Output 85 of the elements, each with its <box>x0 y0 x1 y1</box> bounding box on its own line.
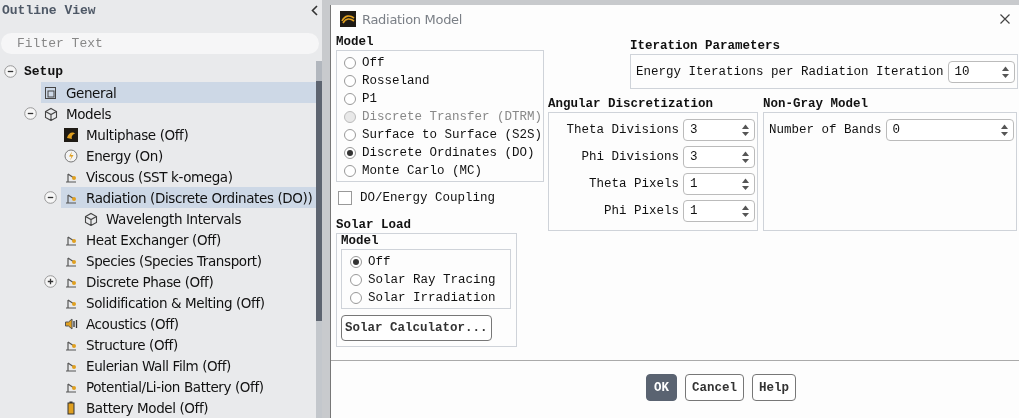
field-label: Theta Divisions <box>566 122 679 137</box>
group-title: Model <box>341 234 380 249</box>
option-label: Solar Ray Tracing <box>368 273 496 287</box>
number-field[interactable]: 1 <box>683 199 755 222</box>
option-label: Off <box>362 56 385 70</box>
tree-item[interactable]: Models <box>41 103 317 124</box>
field-label: Theta Pixels <box>589 176 679 191</box>
dialog-button[interactable]: Help <box>752 374 796 401</box>
field-label: Energy Iterations per Radiation Iteration <box>636 64 944 79</box>
radio-button[interactable] <box>344 147 356 159</box>
checkbox-label: DO/Energy Coupling <box>360 191 496 205</box>
number-field[interactable]: 3 <box>683 118 755 141</box>
tree-item[interactable]: Potential/Li-ion Battery (Off) <box>61 376 317 397</box>
tree-item[interactable]: Radiation (Discrete Ordinates (DO)) <box>61 187 317 208</box>
number-field[interactable]: 3 <box>683 145 755 168</box>
option-label: Off <box>368 255 391 269</box>
filter-field[interactable]: Filter Text <box>1 33 319 54</box>
dialog-button[interactable]: Cancel <box>685 374 744 401</box>
battery-icon <box>64 400 78 415</box>
field-label: Phi Pixels <box>604 203 679 218</box>
group-title: Non-Gray Model <box>763 97 870 112</box>
document-icon <box>44 85 58 100</box>
spinner-icon <box>741 122 750 137</box>
panel-title: Outline View <box>2 3 96 18</box>
spinner-icon <box>741 149 750 164</box>
tree-item[interactable]: Discrete Phase (Off) <box>61 271 317 292</box>
collapse-icon[interactable] <box>4 65 17 78</box>
tree-item[interactable]: Heat Exchanger (Off) <box>61 229 317 250</box>
radio-button[interactable] <box>344 93 356 105</box>
group-title: Model <box>336 35 375 50</box>
speaker-icon <box>64 316 78 331</box>
tree-item[interactable]: Structure (Off) <box>61 334 317 355</box>
radio-button[interactable] <box>350 274 362 286</box>
radio-button[interactable] <box>344 75 356 87</box>
tree-item[interactable]: Multiphase (Off) <box>61 124 317 145</box>
dialog-button[interactable]: OK <box>646 374 677 401</box>
option-label: Monte Carlo (MC) <box>362 164 483 178</box>
cube-icon <box>84 211 98 226</box>
window-title: Radiation Model <box>362 11 464 27</box>
tree-item[interactable]: Eulerian Wall Film (Off) <box>61 355 317 376</box>
scrollbar[interactable] <box>316 61 322 418</box>
radio-button[interactable] <box>344 165 356 177</box>
tree-item[interactable]: Energy (On) <box>61 145 317 166</box>
option-label: Solar Irradiation <box>368 291 496 305</box>
solar-calculator-button[interactable]: Solar Calculator... <box>341 315 492 341</box>
field-label: Number of Bands <box>769 122 882 137</box>
tree-item[interactable]: Viscous (SST k-omega) <box>61 166 317 187</box>
tree-item[interactable]: General <box>41 82 317 103</box>
number-field[interactable]: 10 <box>947 60 1015 83</box>
group-title: Iteration Parameters <box>630 39 782 54</box>
option-label: Discrete Ordinates (DO) <box>362 146 535 160</box>
app-icon <box>340 11 356 27</box>
option-label: P1 <box>362 92 377 106</box>
checkbox[interactable] <box>338 191 352 205</box>
option-label: Discrete Transfer (DTRM) <box>362 110 543 124</box>
spinner-icon <box>1001 64 1010 79</box>
cube-icon <box>44 106 58 121</box>
tree-item[interactable]: Setup <box>21 61 67 82</box>
scrollbar-thumb[interactable] <box>316 81 322 321</box>
collapse-icon[interactable] <box>311 5 318 16</box>
expand-icon[interactable] <box>44 275 57 288</box>
close-icon[interactable] <box>1000 14 1010 24</box>
number-field[interactable]: 0 <box>885 118 1014 141</box>
option-label: Surface to Surface (S2S) <box>362 128 543 142</box>
tree-item[interactable]: Acoustics (Off) <box>61 313 317 334</box>
group-title: Solar Load <box>336 218 412 233</box>
group-title: Angular Discretization <box>548 97 715 112</box>
collapse-icon[interactable] <box>24 107 37 120</box>
radio-button[interactable] <box>344 57 356 69</box>
lightning-icon <box>64 148 78 163</box>
spinner-icon <box>741 203 750 218</box>
tree-item[interactable]: Wavelength Intervals <box>81 208 317 229</box>
radio-button[interactable] <box>350 256 362 268</box>
tree-item[interactable]: Species (Species Transport) <box>61 250 317 271</box>
spinner-icon <box>741 176 750 191</box>
tree-item[interactable]: Battery Model (Off) <box>61 397 317 418</box>
collapse-icon[interactable] <box>44 191 57 204</box>
number-field[interactable]: 1 <box>683 172 755 195</box>
flame-icon <box>64 127 78 142</box>
option-label: Rosseland <box>362 74 430 88</box>
radio-button[interactable] <box>350 292 362 304</box>
radio-button[interactable] <box>344 129 356 141</box>
tree-item[interactable]: Solidification & Melting (Off) <box>61 292 317 313</box>
field-label: Phi Divisions <box>581 149 679 164</box>
spinner-icon <box>1000 122 1009 137</box>
